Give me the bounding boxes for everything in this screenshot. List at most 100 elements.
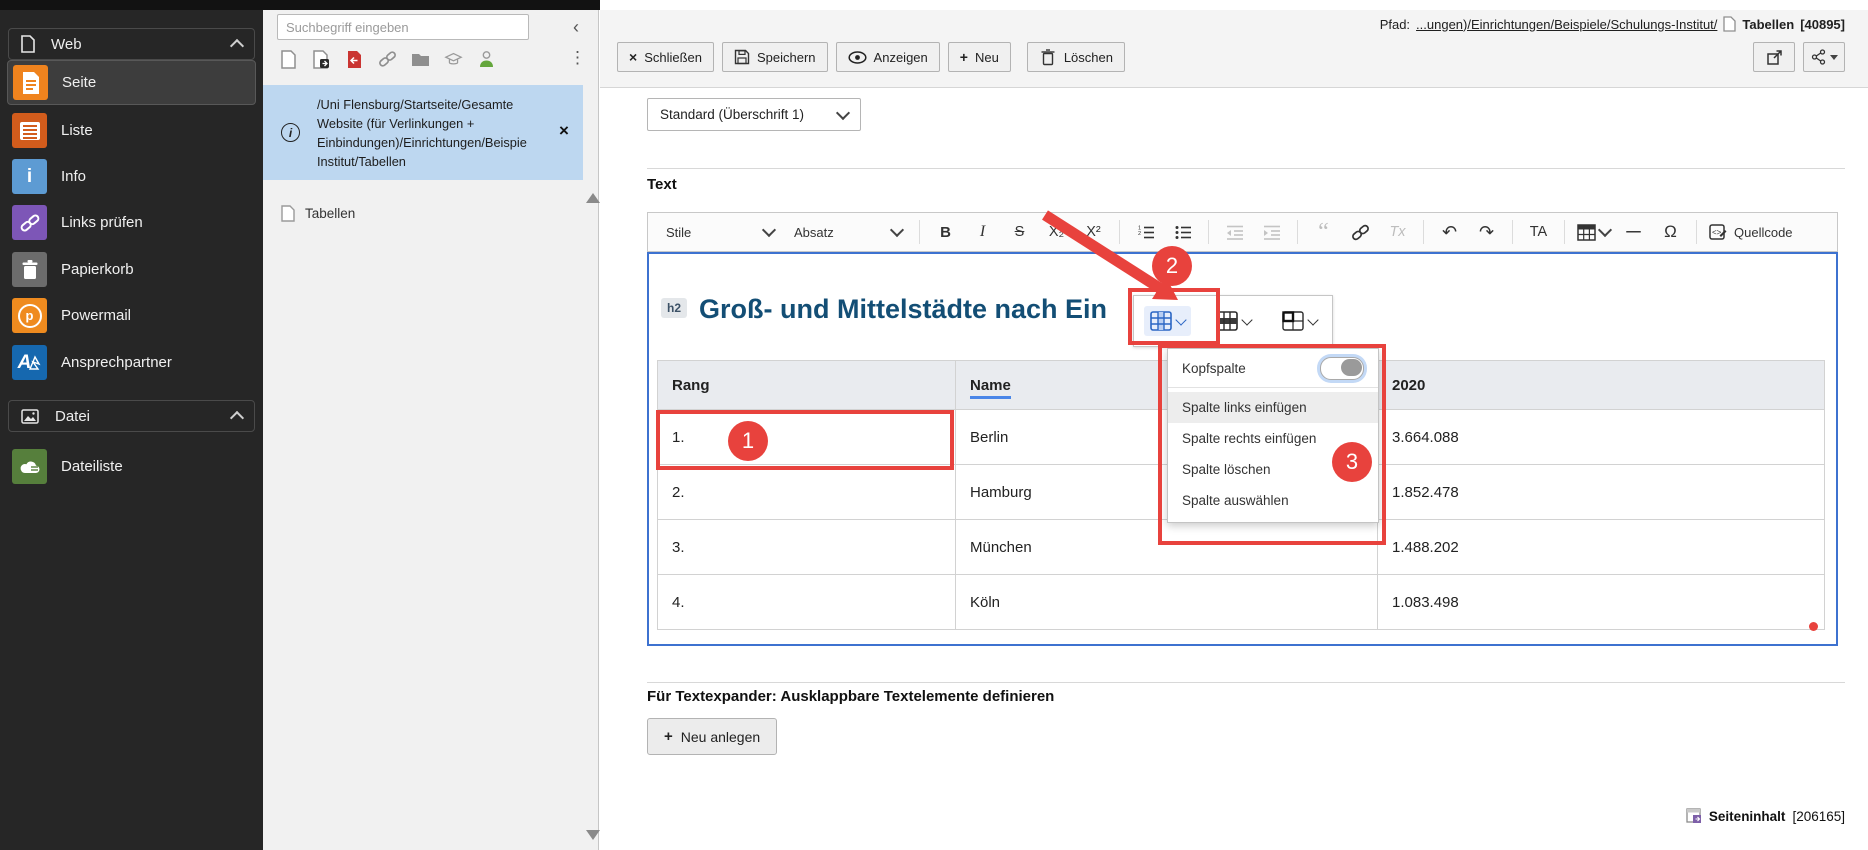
sidebar-item-powermail[interactable]: p Powermail <box>7 293 256 338</box>
cell-menu-button[interactable] <box>1276 306 1323 336</box>
insert-table-button[interactable] <box>1574 218 1613 246</box>
save-button[interactable]: Speichern <box>722 42 828 72</box>
breadcrumb: Pfad: ...ungen)/Einrichtungen/Beispiele/… <box>1380 16 1845 32</box>
graduation-cap-icon[interactable] <box>444 49 463 69</box>
blockquote-button[interactable]: “ <box>1307 218 1340 246</box>
table-cell[interactable]: 2. <box>658 465 956 520</box>
info-icon: i <box>12 159 47 194</box>
sidebar-item-papierkorb[interactable]: Papierkorb <box>7 247 256 292</box>
list-icon <box>12 113 47 148</box>
paragraph-dropdown[interactable]: Absatz <box>786 218 910 246</box>
divider <box>647 682 1845 683</box>
table-cell[interactable]: Köln <box>956 575 1378 630</box>
close-icon: × <box>629 49 637 65</box>
view-button[interactable]: Anzeigen <box>836 42 940 72</box>
tree-node-tabellen[interactable]: Tabellen <box>281 205 355 222</box>
sidebar-item-label: Seite <box>62 74 96 91</box>
caret-down-icon <box>1830 55 1838 60</box>
link-icon <box>1351 223 1370 242</box>
plus-icon: + <box>664 728 673 745</box>
table-cell[interactable]: 4. <box>658 575 956 630</box>
column-header-2020[interactable]: 2020 <box>1378 361 1825 410</box>
eye-icon <box>848 51 867 64</box>
page-icon <box>13 65 48 100</box>
sidebar-item-info[interactable]: i Info <box>7 154 256 199</box>
sidebar-item-label: Powermail <box>61 307 131 324</box>
table-cell[interactable]: 3.664.088 <box>1378 410 1825 465</box>
bold-button[interactable]: B <box>929 218 962 246</box>
chevron-down-icon <box>1307 314 1318 325</box>
italic-button[interactable]: I <box>966 218 999 246</box>
delete-button[interactable]: Löschen <box>1027 42 1125 72</box>
sidebar-group-label: Web <box>51 36 216 53</box>
record-title: Tabellen <box>1742 17 1794 32</box>
breadcrumb-link[interactable]: ...ungen)/Einrichtungen/Beispiele/Schulu… <box>1416 17 1717 32</box>
new-page-icon[interactable] <box>279 49 298 69</box>
open-in-new-window-button[interactable] <box>1753 42 1795 72</box>
trash-icon <box>12 252 47 287</box>
page-tree-panel: ‹ ⋮ i /Uni Flensburg/Startseite/Gesamte … <box>263 10 599 850</box>
redo-button[interactable]: ↷ <box>1470 218 1503 246</box>
special-character-button[interactable]: Ω <box>1654 218 1687 246</box>
sidebar-item-links-pruefen[interactable]: Links prüfen <box>7 200 256 245</box>
trash-icon <box>1039 48 1057 66</box>
h2-tag-badge: h2 <box>661 298 687 318</box>
column-header-rang[interactable]: Rang <box>658 361 956 410</box>
sidebar-item-label: Ansprechpartner <box>61 354 172 371</box>
sidebar-group-label: Datei <box>55 408 216 425</box>
kebab-menu-icon[interactable]: ⋮ <box>569 48 585 68</box>
scroll-down-arrow[interactable] <box>586 830 600 840</box>
sidebar-item-ansprechpartner[interactable]: A Ansprechpartner <box>7 340 256 385</box>
folder-icon[interactable] <box>411 49 430 69</box>
source-code-icon: <> <box>1709 223 1728 241</box>
collapse-panel-button[interactable]: ‹ <box>563 14 589 40</box>
close-button[interactable]: ×Schließen <box>617 42 714 72</box>
table-cell[interactable]: 1.083.498 <box>1378 575 1825 630</box>
new-button[interactable]: +Neu <box>948 42 1011 72</box>
sidebar-group-web[interactable]: Web <box>8 28 255 60</box>
table-cell[interactable]: 3. <box>658 520 956 575</box>
remove-format-button[interactable]: Tx <box>1381 218 1414 246</box>
sidebar-group-datei[interactable]: Datei <box>8 400 255 432</box>
toolbar-separator <box>919 220 920 244</box>
user-icon[interactable] <box>477 49 496 69</box>
divider <box>647 168 1845 169</box>
sidebar-item-liste[interactable]: Liste <box>7 108 256 153</box>
table-cell[interactable]: 1.852.478 <box>1378 465 1825 520</box>
search-input[interactable] <box>277 14 529 40</box>
page-icon <box>1723 16 1736 32</box>
chevron-down-icon <box>890 223 904 237</box>
type-select[interactable]: Standard (Überschrift 1) <box>647 98 861 131</box>
close-icon[interactable]: × <box>559 121 569 141</box>
share-button[interactable] <box>1803 42 1845 72</box>
table-cell-icon <box>1282 311 1304 331</box>
chevron-down-icon <box>1598 223 1612 237</box>
doc-header-buttons: ×Schließen Speichern Anzeigen +Neu Lösch… <box>617 42 1125 72</box>
scroll-up-arrow[interactable] <box>586 193 600 203</box>
sidebar-item-label: Links prüfen <box>61 214 143 231</box>
outdent-button[interactable] <box>1218 218 1251 246</box>
tree-toolbar <box>279 48 496 70</box>
sidebar-item-seite[interactable]: Seite <box>7 60 256 105</box>
link-icon[interactable] <box>378 49 397 69</box>
page-shortcut-icon[interactable] <box>312 49 331 69</box>
chevron-down-icon <box>836 105 850 119</box>
sidebar-item-dateiliste[interactable]: Dateiliste <box>7 444 256 489</box>
undo-button[interactable]: ↶ <box>1433 218 1466 246</box>
styles-dropdown[interactable]: Stile <box>658 218 782 246</box>
chevron-down-icon <box>762 223 776 237</box>
link-button[interactable] <box>1344 218 1377 246</box>
annotation-box-1 <box>656 410 954 470</box>
table-cell[interactable]: 1.488.202 <box>1378 520 1825 575</box>
create-new-button[interactable]: + Neu anlegen <box>647 718 777 755</box>
source-code-button[interactable]: <>Quellcode <box>1706 218 1796 246</box>
content-area: Pfad: ...ungen)/Einrichtungen/Beispiele/… <box>600 0 1868 850</box>
resize-handle[interactable] <box>1809 622 1818 631</box>
ta-button[interactable]: TA <box>1522 218 1555 246</box>
toolbar-separator <box>1696 220 1697 244</box>
indent-button[interactable] <box>1255 218 1288 246</box>
horizontal-rule-button[interactable]: — <box>1617 218 1650 246</box>
sidebar-item-label: Dateiliste <box>61 458 123 475</box>
footer-record-uid: [206165] <box>1792 809 1845 824</box>
recycled-page-icon[interactable] <box>345 49 364 69</box>
